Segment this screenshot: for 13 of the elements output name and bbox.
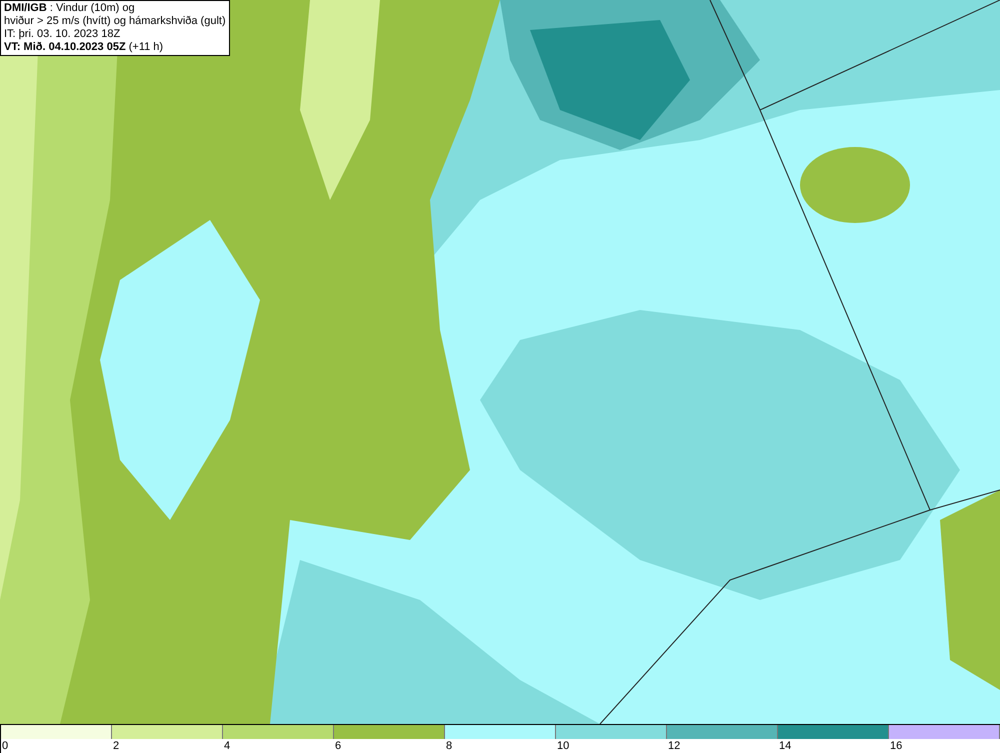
header-line: DMI/IGB : Vindur (10m) og [4,2,135,15]
header-line: VT: Mið. 04.10.2023 05Z (+11 h) [4,41,164,54]
legend-label: 2 [113,740,120,752]
legend-label: 14 [779,740,792,752]
header-line: hviður > 25 m/s (hvítt) og hámarkshviða (gult) [4,15,226,28]
legend-label: 0 [2,740,8,752]
legend-label: 16 [890,740,902,752]
header-line: IT: þri. 03. 10. 2023 18Z [4,28,120,41]
legend-label: 6 [335,740,342,752]
legend-label: 8 [446,740,452,752]
legend-label: 4 [224,740,230,752]
legend-label: 10 [557,740,570,752]
legend-label: 12 [668,740,680,752]
